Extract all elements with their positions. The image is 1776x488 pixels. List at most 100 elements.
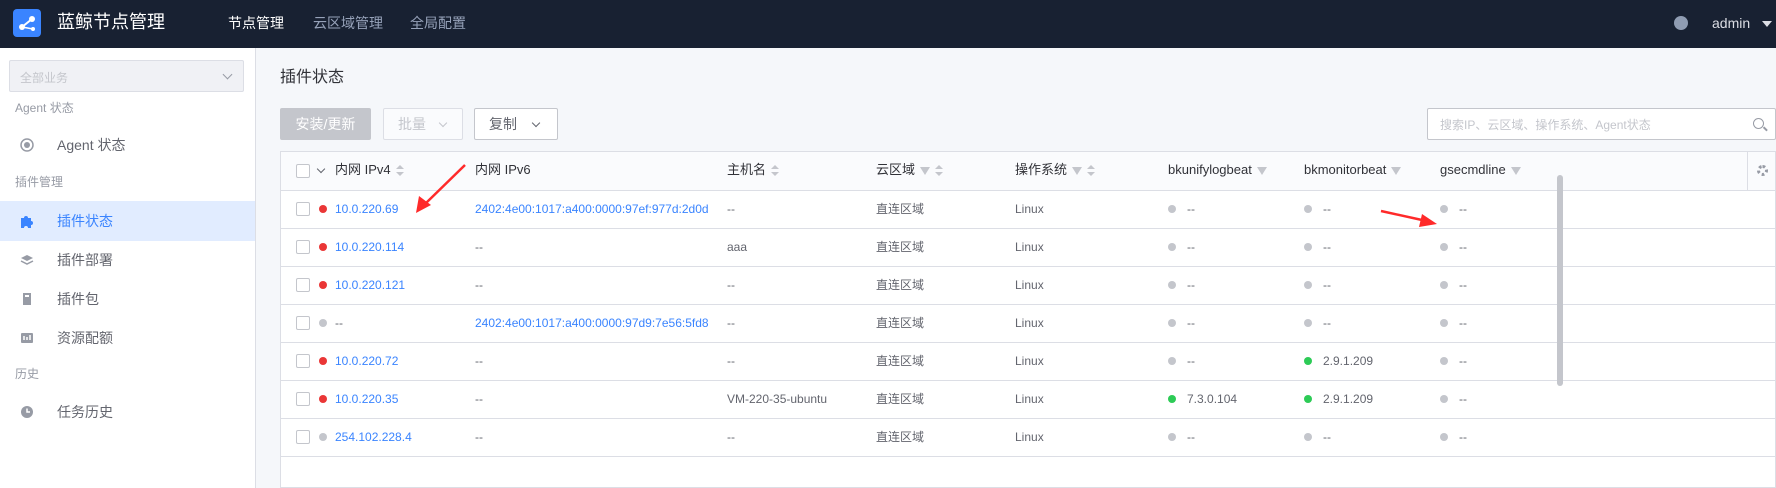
cell-plugin-version: --: [1323, 278, 1331, 292]
cell-cloud-area: 直连区域: [876, 430, 925, 444]
sidebar-item-agent-status[interactable]: Agent 状态: [0, 125, 255, 165]
cell-plugin-version: --: [1459, 392, 1467, 406]
gear-icon[interactable]: [1757, 165, 1768, 176]
cell-cloud-area: 直连区域: [876, 354, 925, 368]
table-row: 254.102.228.4 -- -- 直连区域 Linux -- -- --: [281, 418, 1775, 457]
sidebar-item-plugin-status[interactable]: 插件状态: [0, 201, 255, 241]
table-row: 10.0.220.121 -- -- 直连区域 Linux -- -- --: [281, 266, 1775, 305]
cell-cloud-area: 直连区域: [876, 316, 925, 330]
app-title[interactable]: 蓝鲸节点管理: [57, 11, 165, 33]
sidebar-item-plugin-package[interactable]: 插件包: [0, 279, 255, 319]
cell-ipv6[interactable]: 2402:4e00:1017:a400:0000:97d9:7e56:5fd8: [475, 315, 709, 331]
batch-button-label: 批量: [398, 116, 426, 132]
sidebar-item-label: 任务历史: [57, 404, 113, 420]
column-header-ipv6: 内网 IPv6: [475, 162, 531, 178]
column-label: bkunifylogbeat: [1168, 162, 1252, 177]
nav-node-management[interactable]: 节点管理: [228, 14, 284, 32]
cell-plugin-version: --: [1187, 240, 1195, 254]
status-dot: [319, 357, 327, 365]
row-checkbox[interactable]: [296, 278, 310, 292]
chevron-down-icon: [222, 69, 233, 80]
install-update-button[interactable]: 安装/更新: [280, 108, 371, 140]
table-row: 10.0.220.35 -- VM-220-35-ubuntu 直连区域 Linux 7.…: [281, 380, 1775, 419]
sidebar: 全部业务 Agent 状态 Agent 状态 插件管理 插件状态 插件部署 插件…: [0, 48, 256, 488]
cell-cloud-area: 直连区域: [876, 392, 925, 406]
plugin-status-dot: [1304, 395, 1312, 403]
caret-down-icon[interactable]: [1762, 21, 1772, 27]
column-header-bkmonitorbeat[interactable]: bkmonitorbeat: [1304, 162, 1402, 178]
cell-ipv6[interactable]: 2402:4e00:1017:a400:0000:97ef:977d:2d0d: [475, 201, 709, 217]
search-input[interactable]: [1428, 109, 1742, 141]
cell-ipv4[interactable]: 10.0.220.121: [335, 277, 405, 293]
sort-icon[interactable]: [771, 164, 780, 177]
nav-cloud-area-management[interactable]: 云区域管理: [313, 14, 383, 32]
group-title-history: 历史: [15, 367, 40, 381]
sidebar-item-label: Agent 状态: [57, 137, 126, 153]
row-checkbox[interactable]: [296, 202, 310, 216]
column-label: 操作系统: [1015, 162, 1068, 177]
row-checkbox[interactable]: [296, 392, 310, 406]
filter-icon[interactable]: [920, 166, 931, 175]
column-header-bkunifylogbeat[interactable]: bkunifylogbeat: [1168, 162, 1267, 178]
chevron-down-icon: [438, 118, 448, 128]
status-dot: [319, 205, 327, 213]
logo-icon[interactable]: [13, 9, 41, 37]
search-icon[interactable]: [1753, 118, 1764, 129]
vertical-scrollbar[interactable]: [1557, 175, 1563, 386]
sidebar-item-task-history[interactable]: 任务历史: [0, 392, 255, 432]
column-header-cloud-area[interactable]: 云区域: [876, 162, 944, 178]
help-icon[interactable]: [1674, 16, 1688, 30]
cell-plugin-version: --: [1187, 354, 1195, 368]
user-menu[interactable]: admin: [1712, 14, 1750, 32]
plugin-status-table: 内网 IPv4 内网 IPv6 主机名 云区域 操作系统 bkunifylogb…: [280, 151, 1776, 488]
column-label: 内网 IPv4: [335, 162, 391, 177]
cell-plugin-version: --: [1459, 240, 1467, 254]
column-label: 主机名: [727, 162, 767, 177]
row-checkbox[interactable]: [296, 316, 310, 330]
cell-ipv6: --: [475, 240, 483, 254]
cell-ipv4[interactable]: 254.102.228.4: [335, 429, 412, 445]
cell-plugin-version: 2.9.1.209: [1323, 354, 1374, 368]
group-title-agent: Agent 状态: [15, 101, 74, 115]
cell-plugin-version: --: [1459, 430, 1467, 444]
copy-button[interactable]: 复制: [474, 108, 558, 140]
filter-icon[interactable]: [1510, 166, 1521, 175]
sort-icon[interactable]: [1087, 164, 1096, 177]
filter-icon[interactable]: [1391, 166, 1402, 175]
select-all-checkbox[interactable]: [296, 164, 310, 178]
cell-plugin-version: --: [1187, 202, 1195, 216]
search-box[interactable]: [1427, 108, 1776, 141]
filter-icon[interactable]: [1256, 166, 1267, 175]
batch-button[interactable]: 批量: [383, 108, 463, 140]
column-settings[interactable]: [1747, 152, 1775, 190]
column-header-ipv4[interactable]: 内网 IPv4: [335, 162, 404, 178]
cell-ipv4[interactable]: 10.0.220.72: [335, 353, 398, 369]
row-checkbox[interactable]: [296, 430, 310, 444]
filter-icon[interactable]: [1072, 166, 1083, 175]
package-icon: [23, 293, 31, 305]
cell-ipv4[interactable]: 10.0.220.35: [335, 391, 398, 407]
sidebar-item-resource-quota[interactable]: 资源配额: [0, 318, 255, 358]
column-header-os[interactable]: 操作系统: [1015, 162, 1096, 178]
sidebar-item-plugin-deploy[interactable]: 插件部署: [0, 240, 255, 280]
cell-ipv4[interactable]: 10.0.220.69: [335, 201, 398, 217]
chevron-down-icon[interactable]: [316, 164, 326, 174]
cell-os: Linux: [1015, 430, 1044, 444]
plugin-status-dot: [1304, 357, 1312, 365]
cell-ipv6: --: [475, 354, 483, 368]
cell-os: Linux: [1015, 392, 1044, 406]
plugin-status-dot: [1304, 205, 1312, 213]
column-header-hostname[interactable]: 主机名: [727, 162, 780, 178]
cell-plugin-version: 2.9.1.209: [1323, 392, 1374, 406]
cell-ipv4[interactable]: 10.0.220.114: [335, 239, 404, 255]
sort-icon[interactable]: [395, 164, 404, 177]
row-checkbox[interactable]: [296, 354, 310, 368]
cell-plugin-version: --: [1187, 430, 1195, 444]
plugin-status-dot: [1304, 319, 1312, 327]
business-select[interactable]: 全部业务: [9, 60, 244, 92]
nav-global-config[interactable]: 全局配置: [410, 14, 466, 32]
column-header-gsecmdline[interactable]: gsecmdline: [1440, 162, 1521, 178]
sort-icon[interactable]: [935, 164, 944, 177]
row-checkbox[interactable]: [296, 240, 310, 254]
plugin-status-dot: [1168, 395, 1176, 403]
